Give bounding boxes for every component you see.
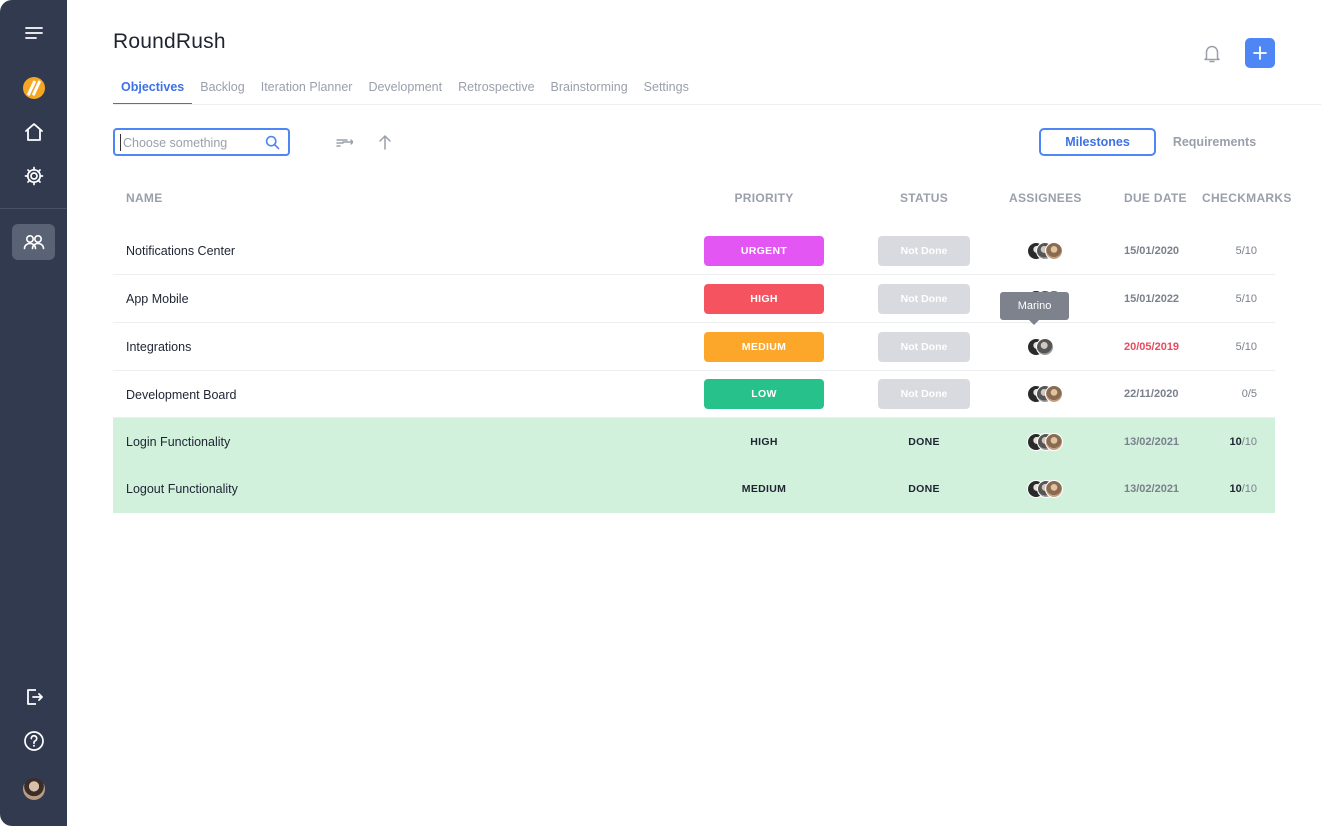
row-name: Development Board (126, 388, 237, 402)
sort-icon[interactable] (334, 132, 354, 152)
sidebar (0, 0, 67, 826)
total-count: /5 (1247, 388, 1257, 400)
status-badge[interactable]: Not Done (878, 379, 970, 409)
checkmarks-count: 5/10 (1223, 245, 1257, 257)
column-header-checkmarks[interactable]: CHECKMARKS (1202, 191, 1292, 205)
tab-bar: Objectives Backlog Iteration Planner Dev… (113, 72, 697, 105)
priority-badge[interactable]: HIGH (704, 284, 824, 314)
status-text[interactable]: DONE (878, 483, 970, 495)
total-count: /10 (1241, 293, 1257, 305)
plus-icon (1253, 46, 1267, 60)
table-row[interactable]: Notifications Center URGENT Not Done 15/… (113, 227, 1275, 275)
gear-icon[interactable] (12, 158, 55, 194)
assignee-avatars[interactable] (1027, 242, 1087, 260)
avatar[interactable] (1036, 338, 1054, 356)
status-badge[interactable]: Not Done (878, 332, 970, 362)
assignee-avatars[interactable] (1027, 480, 1087, 498)
search-input[interactable] (120, 134, 260, 151)
tab-iteration-planner[interactable]: Iteration Planner (253, 72, 361, 105)
user-avatar[interactable] (12, 771, 55, 807)
total-count: /10 (1241, 341, 1257, 353)
table-row[interactable]: Logout Functionality MEDIUM DONE 13/02/2… (113, 465, 1275, 513)
due-date: 20/05/2019 (1124, 341, 1180, 353)
tab-objectives[interactable]: Objectives (113, 72, 193, 105)
milestones-toggle[interactable]: Milestones (1039, 128, 1156, 156)
avatar[interactable] (1045, 385, 1063, 403)
row-name: Login Functionality (126, 435, 231, 449)
priority-text: HIGH (750, 436, 778, 448)
tabs-divider (113, 104, 1321, 105)
table-row[interactable]: Development Board LOW Not Done 22/11/202… (113, 371, 1275, 418)
checkmarks-count: 5/10 (1223, 341, 1257, 353)
table-row[interactable]: Integrations MEDIUM Not Done 20/05/2019 … (113, 323, 1275, 371)
tab-development[interactable]: Development (360, 72, 450, 105)
tab-retrospective[interactable]: Retrospective (450, 72, 542, 105)
column-header-due-date[interactable]: DUE DATE (1124, 191, 1187, 205)
checked-count: 10 (1229, 436, 1242, 448)
search-box (113, 128, 290, 156)
due-date: 13/02/2021 (1124, 483, 1180, 495)
due-date: 15/01/2020 (1124, 245, 1180, 257)
total-count: /10 (1241, 245, 1257, 257)
checkmarks-count: 5/10 (1223, 293, 1257, 305)
column-header-name[interactable]: NAME (126, 191, 163, 205)
column-header-assignees[interactable]: ASSIGNEES (1009, 191, 1082, 205)
total-count: /10 (1241, 436, 1257, 448)
total-count: /10 (1241, 483, 1257, 495)
avatar[interactable] (1045, 480, 1063, 498)
due-date: 22/11/2020 (1124, 388, 1179, 400)
sidebar-divider (0, 208, 67, 209)
avatar[interactable] (1045, 433, 1063, 451)
assignee-avatars[interactable] (1027, 338, 1087, 356)
table-row[interactable]: App Mobile HIGH Not Done 15/01/2022 5/10 (113, 275, 1275, 323)
assignee-avatars[interactable] (1027, 385, 1087, 403)
assignee-avatars[interactable] (1027, 433, 1087, 451)
table-row[interactable]: Login Functionality HIGH DONE 13/02/2021… (113, 418, 1275, 465)
search-icon[interactable] (265, 135, 280, 155)
app-title: RoundRush (113, 30, 226, 53)
due-date: 13/02/2021 (1124, 436, 1180, 448)
row-name: Integrations (126, 340, 192, 354)
row-name: Logout Functionality (126, 482, 238, 496)
avatar[interactable] (1045, 242, 1063, 260)
tab-backlog[interactable]: Backlog (192, 72, 252, 105)
logo-icon[interactable] (12, 70, 55, 106)
bell-icon[interactable] (1201, 42, 1223, 64)
add-button[interactable] (1245, 38, 1275, 68)
status-badge[interactable]: Not Done (878, 236, 970, 266)
team-icon[interactable] (12, 224, 55, 260)
checkmarks-count: 10/10 (1223, 483, 1257, 495)
checked-count: 10 (1229, 483, 1242, 495)
checkmarks-count: 0/5 (1223, 388, 1257, 400)
priority-badge[interactable]: URGENT (704, 236, 824, 266)
status-text[interactable]: DONE (878, 436, 970, 448)
due-date: 15/01/2022 (1124, 293, 1180, 305)
help-icon[interactable] (12, 723, 55, 759)
requirements-toggle[interactable]: Requirements (1156, 128, 1273, 156)
priority-badge[interactable]: LOW (704, 379, 824, 409)
arrow-up-icon[interactable] (375, 132, 395, 152)
home-icon[interactable] (12, 114, 55, 150)
priority-badge[interactable]: MEDIUM (704, 332, 824, 362)
assignee-tooltip: Marino (1000, 292, 1069, 325)
tab-brainstorming[interactable]: Brainstorming (543, 72, 636, 105)
column-header-priority[interactable]: PRIORITY (704, 191, 824, 205)
tab-settings[interactable]: Settings (636, 72, 697, 105)
logout-icon[interactable] (12, 679, 55, 715)
row-name: App Mobile (126, 292, 189, 306)
column-header-status[interactable]: STATUS (878, 191, 970, 205)
status-badge[interactable]: Not Done (878, 284, 970, 314)
row-name: Notifications Center (126, 244, 236, 258)
checkmarks-count: 10/10 (1223, 436, 1257, 448)
priority-text: MEDIUM (741, 483, 787, 495)
menu-icon[interactable] (12, 15, 55, 51)
